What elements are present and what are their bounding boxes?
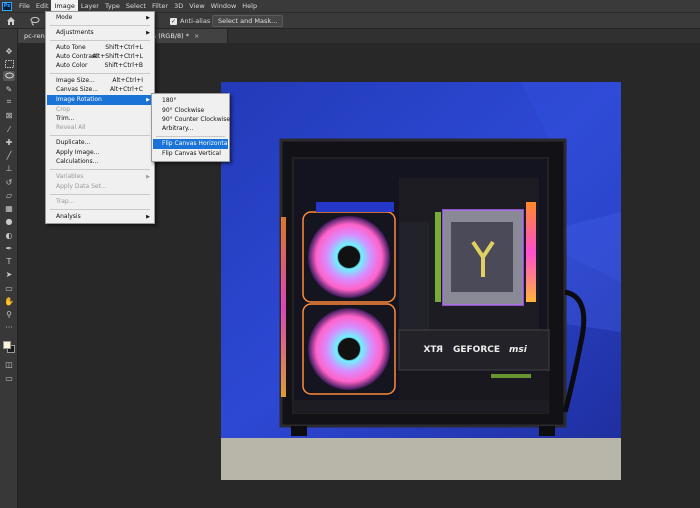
menu-item-rotate-180[interactable]: 180° bbox=[153, 96, 228, 106]
antialias-checkbox[interactable]: ✓ Anti-alias bbox=[170, 17, 210, 25]
menu-item-flip-canvas-horizontal[interactable]: Flip Canvas Horizontal bbox=[153, 139, 229, 149]
quick-mask-icon[interactable]: ◫ bbox=[3, 359, 15, 369]
move-tool-icon[interactable]: ✥ bbox=[3, 46, 15, 56]
lasso-tool-preset-icon[interactable] bbox=[30, 16, 40, 26]
menu-view[interactable]: View bbox=[186, 0, 207, 12]
crop-tool-icon[interactable]: ⌗ bbox=[3, 97, 15, 107]
brush-tool-icon[interactable]: ╱ bbox=[3, 150, 15, 160]
rectangle-tool-icon[interactable]: ▭ bbox=[3, 283, 15, 293]
menu-separator bbox=[50, 194, 150, 195]
clone-stamp-tool-icon[interactable]: ⊥ bbox=[3, 163, 15, 173]
menu-item-calculations[interactable]: Calculations... bbox=[47, 157, 153, 167]
menu-help[interactable]: Help bbox=[239, 0, 260, 12]
menu-item-variables[interactable]: Variables ▶ bbox=[47, 172, 153, 182]
image-menu-dropdown: Mode ▶ Adjustments ▶ Auto Tone Shift+Ctrl+L… bbox=[45, 11, 155, 224]
submenu-arrow-icon: ▶ bbox=[146, 174, 150, 180]
document-tab-mode: % (RGB/8) * bbox=[150, 32, 189, 40]
eyedropper-tool-icon[interactable]: ⁄ bbox=[3, 124, 15, 134]
submenu-arrow-icon: ▶ bbox=[146, 15, 150, 21]
document-canvas[interactable]: RTX GEFORCE msi bbox=[221, 82, 621, 480]
select-and-mask-button[interactable]: Select and Mask... bbox=[212, 15, 284, 27]
menu-3d[interactable]: 3D bbox=[171, 0, 186, 12]
quick-selection-tool-icon[interactable]: ✎ bbox=[3, 84, 15, 94]
menu-separator bbox=[50, 209, 150, 210]
menu-separator bbox=[50, 40, 150, 41]
menu-item-trap[interactable]: Trap... bbox=[47, 197, 153, 207]
menu-item-adjustments[interactable]: Adjustments ▶ bbox=[47, 28, 153, 38]
frame-tool-icon[interactable]: ⊠ bbox=[3, 110, 15, 120]
menu-item-analysis[interactable]: Analysis ▶ bbox=[47, 212, 153, 222]
checkbox-check-icon: ✓ bbox=[170, 17, 177, 25]
pc-case-photo: RTX GEFORCE msi bbox=[221, 82, 621, 480]
menu-item-reveal-all[interactable]: Reveal All bbox=[47, 123, 153, 133]
menu-item-flip-canvas-vertical[interactable]: Flip Canvas Vertical bbox=[153, 149, 228, 159]
menu-separator bbox=[156, 136, 225, 137]
rectangular-marquee-tool-icon[interactable] bbox=[3, 59, 15, 69]
eraser-tool-icon[interactable]: ▱ bbox=[3, 190, 15, 200]
submenu-arrow-icon: ▶ bbox=[146, 30, 150, 36]
document-tab-name: pc-rend bbox=[24, 32, 46, 40]
photoshop-logo: Ps bbox=[2, 1, 12, 11]
gpu-brand-geforce: GEFORCE bbox=[453, 345, 500, 355]
menu-window[interactable]: Window bbox=[208, 0, 240, 12]
more-tools-icon[interactable]: ··· bbox=[3, 322, 15, 332]
menu-item-canvas-size[interactable]: Canvas Size... Alt+Ctrl+C bbox=[47, 85, 153, 95]
path-selection-tool-icon[interactable]: ➤ bbox=[3, 269, 15, 279]
home-icon[interactable] bbox=[6, 16, 16, 26]
hand-tool-icon[interactable]: ✋ bbox=[3, 296, 15, 306]
menu-separator bbox=[50, 135, 150, 136]
type-tool-icon[interactable]: T bbox=[3, 256, 15, 266]
menu-item-apply-data-set[interactable]: Apply Data Set... bbox=[47, 182, 153, 192]
gpu-brand-msi: msi bbox=[509, 345, 528, 355]
menu-separator bbox=[50, 73, 150, 74]
menu-item-mode[interactable]: Mode ▶ bbox=[47, 13, 153, 23]
menu-item-image-rotation[interactable]: Image Rotation ▶ bbox=[47, 95, 153, 105]
menu-item-auto-color[interactable]: Auto Color Shift+Ctrl+B bbox=[47, 61, 153, 71]
blur-tool-icon[interactable]: ● bbox=[3, 216, 15, 226]
submenu-arrow-icon: ▶ bbox=[146, 97, 150, 103]
screen-mode-icon[interactable]: ▭ bbox=[3, 373, 15, 383]
gpu-brand-rtx: RTX bbox=[423, 345, 443, 355]
antialias-label: Anti-alias bbox=[180, 17, 211, 25]
lasso-tool-icon[interactable] bbox=[3, 71, 15, 81]
pen-tool-icon[interactable]: ✒ bbox=[3, 243, 15, 253]
dodge-tool-icon[interactable]: ◐ bbox=[3, 230, 15, 240]
healing-brush-tool-icon[interactable]: ✚ bbox=[3, 137, 15, 147]
gradient-tool-icon[interactable]: ▦ bbox=[3, 203, 15, 213]
menu-item-arbitrary[interactable]: Arbitrary... bbox=[153, 124, 228, 134]
close-icon[interactable]: × bbox=[194, 32, 199, 40]
image-rotation-submenu: 180° 90° Clockwise 90° Counter Clockwise… bbox=[151, 93, 230, 162]
submenu-arrow-icon: ▶ bbox=[146, 214, 150, 220]
menu-file[interactable]: File bbox=[16, 0, 33, 12]
tools-panel: ✥ ✎ ⌗ ⊠ ⁄ ✚ ╱ ⊥ ↺ ▱ ▦ ● ◐ ✒ T ➤ ▭ ✋ ⚲ ··… bbox=[0, 29, 18, 508]
menu-separator bbox=[50, 169, 150, 170]
history-brush-tool-icon[interactable]: ↺ bbox=[3, 177, 15, 187]
menu-separator bbox=[50, 25, 150, 26]
zoom-tool-icon[interactable]: ⚲ bbox=[3, 309, 15, 319]
menu-item-duplicate[interactable]: Duplicate... bbox=[47, 138, 153, 148]
foreground-color-swatch[interactable] bbox=[3, 341, 11, 349]
